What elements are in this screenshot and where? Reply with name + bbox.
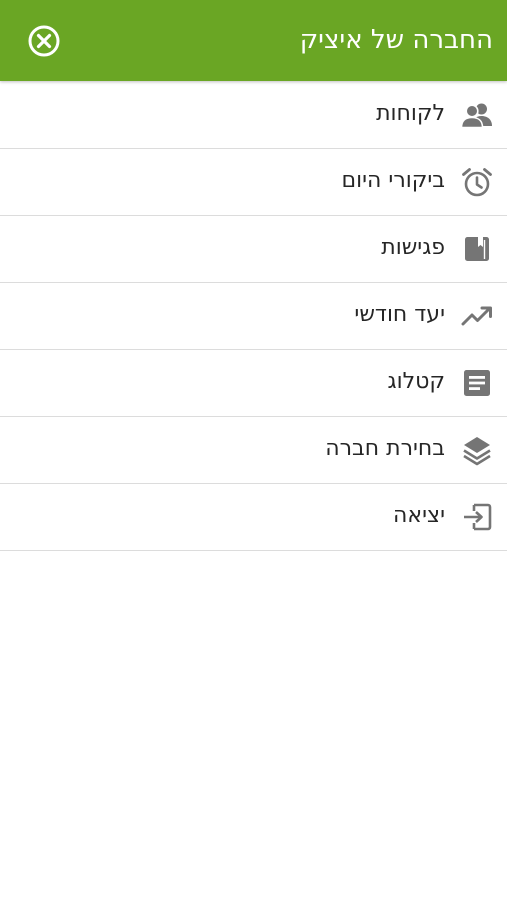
menu-item-choose-company[interactable]: בחירת חברה xyxy=(0,417,507,484)
menu-item-label: לקוחות xyxy=(376,101,445,126)
menu-item-customers[interactable]: לקוחות xyxy=(0,82,507,149)
exit-icon xyxy=(461,501,493,533)
book-icon xyxy=(461,233,493,265)
users-icon xyxy=(461,99,493,131)
menu-item-label: בחירת חברה xyxy=(325,436,445,461)
menu-item-todays-visits[interactable]: ביקורי היום xyxy=(0,149,507,216)
menu-item-meetings[interactable]: פגישות xyxy=(0,216,507,283)
app-header: החברה של איציק xyxy=(0,0,507,81)
page-title: החברה של איציק xyxy=(299,25,493,55)
alarm-clock-icon xyxy=(461,166,493,198)
menu-item-label: יציאה xyxy=(393,503,445,528)
menu-item-label: יעד חודשי xyxy=(354,302,445,327)
close-icon[interactable] xyxy=(27,24,61,58)
trending-up-icon xyxy=(461,300,493,332)
menu-item-monthly-target[interactable]: יעד חודשי xyxy=(0,283,507,350)
menu-item-catalog[interactable]: קטלוג xyxy=(0,350,507,417)
document-icon xyxy=(461,367,493,399)
menu-item-label: פגישות xyxy=(381,235,445,260)
menu-item-exit[interactable]: יציאה xyxy=(0,484,507,551)
side-menu: לקוחות ביקורי היום פגישות יעד חודשי קטלו… xyxy=(0,82,507,551)
layers-icon xyxy=(461,434,493,466)
menu-item-label: ביקורי היום xyxy=(341,168,445,193)
menu-item-label: קטלוג xyxy=(387,369,445,394)
